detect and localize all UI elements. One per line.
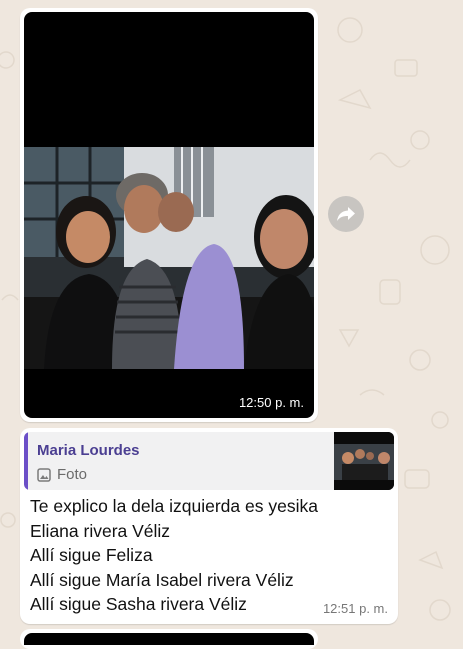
message-line: Allí sigue Sasha rivera Véliz — [30, 594, 247, 614]
forward-button[interactable] — [328, 196, 364, 232]
quoted-author: Maria Lourdes — [37, 442, 140, 459]
next-photo[interactable] — [24, 633, 314, 645]
quoted-type-label: Foto — [57, 466, 88, 483]
next-photo-message-bubble[interactable] — [20, 629, 318, 649]
quoted-message[interactable]: Maria Lourdes Foto — [24, 432, 394, 490]
message-text: Te explico la dela izquierda es yesika E… — [30, 494, 318, 617]
photo-timestamp: 12:50 p. m. — [238, 395, 304, 410]
group-photo[interactable]: 12:50 p. m. — [24, 12, 314, 418]
photo-message-bubble[interactable]: 12:50 p. m. — [20, 8, 318, 422]
photo-scene-illustration — [24, 147, 314, 369]
image-icon — [37, 467, 51, 482]
thumbnail-scene — [334, 432, 394, 490]
message-line: Allí sigue Feliza — [30, 545, 153, 565]
forward-arrow-icon — [337, 207, 355, 221]
reply-message-bubble[interactable]: Maria Lourdes Foto Te explico la dela iz… — [20, 428, 398, 624]
message-line: Te explico la dela izquierda es yesika — [30, 496, 318, 516]
quote-accent-bar — [24, 432, 28, 490]
message-timestamp: 12:51 p. m. — [322, 601, 388, 616]
message-line: Allí sigue María Isabel rivera Véliz — [30, 569, 294, 590]
quoted-type: Foto — [37, 466, 87, 483]
quoted-photo-thumbnail — [334, 432, 394, 490]
message-line: Eliana rivera Véliz — [30, 520, 171, 541]
